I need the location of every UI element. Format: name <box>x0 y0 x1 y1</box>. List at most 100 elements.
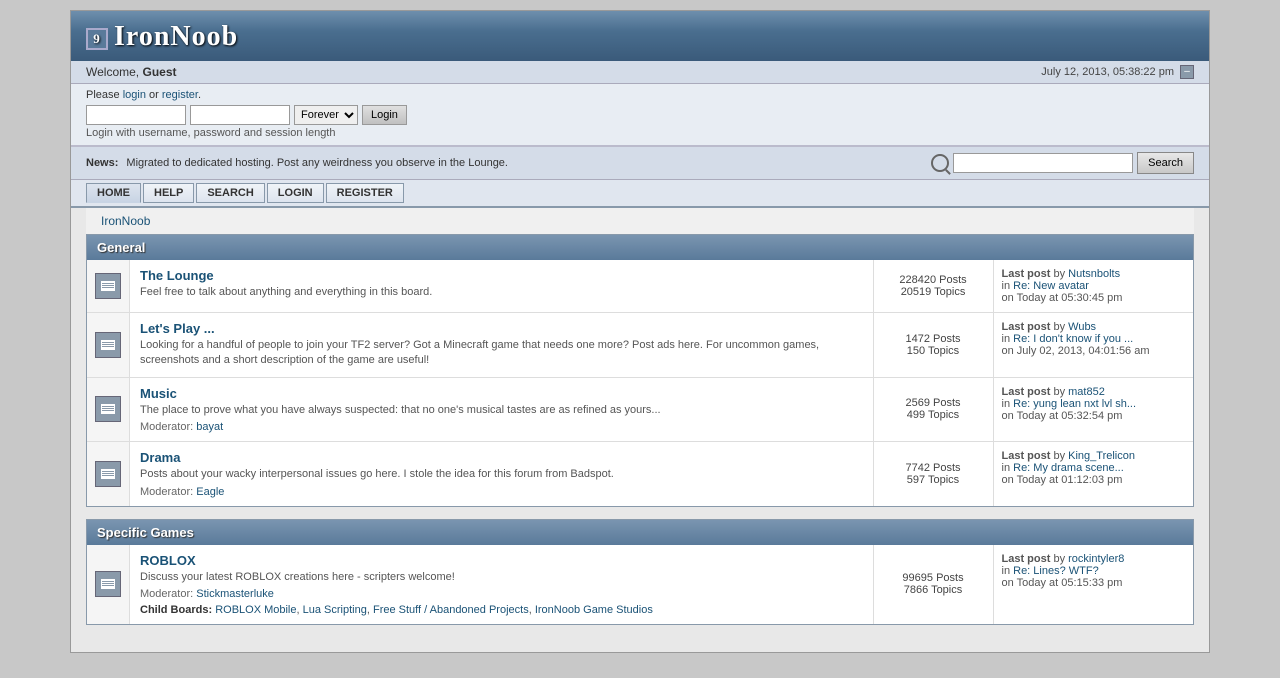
logo-icon: 9 <box>86 28 108 50</box>
site-header: 9IronNoob <box>71 11 1209 61</box>
lastpost-author-drama[interactable]: King_Trelicon <box>1068 450 1135 462</box>
forum-name-roblox[interactable]: ROBLOX <box>140 553 196 568</box>
lastpost-lounge: Last post by Nutsnbolts in Re: New avata… <box>993 260 1193 313</box>
forum-desc-roblox: Discuss your latest ROBLOX creations her… <box>140 570 863 585</box>
moderator-link-roblox[interactable]: Stickmasterluke <box>196 588 274 600</box>
search-input[interactable] <box>953 153 1133 173</box>
minimize-button[interactable]: – <box>1180 65 1194 79</box>
lastpost-roblox: Last post by rockintyler8 in Re: Lines? … <box>993 545 1193 624</box>
child-board-roblox-mobile[interactable]: ROBLOX Mobile <box>215 604 296 616</box>
table-row: Let's Play ... Looking for a handful of … <box>87 313 1193 378</box>
nav-search[interactable]: SEARCH <box>196 183 264 203</box>
forum-icon-inner <box>101 404 115 414</box>
forum-icon-inner <box>101 579 115 589</box>
login-button[interactable]: Login <box>362 105 407 125</box>
child-board-ironnoob-studios[interactable]: IronNoob Game Studios <box>535 604 653 616</box>
table-row: ROBLOX Discuss your latest ROBLOX creati… <box>87 545 1193 624</box>
forum-icon-inner <box>101 340 115 350</box>
search-area: Search <box>931 152 1194 174</box>
login-prompt: Please login or register. <box>86 89 1194 101</box>
forum-stats-roblox: 99695 Posts 7866 Topics <box>873 545 993 624</box>
breadcrumb: IronNoob <box>86 208 1194 234</box>
site-logo: 9IronNoob <box>86 21 238 53</box>
table-row: The Lounge Feel free to talk about anyth… <box>87 260 1193 313</box>
lastpost-link-lounge[interactable]: Re: New avatar <box>1013 280 1089 292</box>
forum-icon-cell <box>87 313 130 378</box>
forum-desc-music: The place to prove what you have always … <box>140 403 863 418</box>
datetime-area: July 12, 2013, 05:38:22 pm – <box>1041 65 1194 79</box>
forum-name-music[interactable]: Music <box>140 386 177 401</box>
login-link[interactable]: login <box>123 89 146 101</box>
child-board-lua[interactable]: Lua Scripting <box>303 604 367 616</box>
forum-mod-drama: Moderator: Eagle <box>140 486 863 498</box>
nav-bar: HOME HELP SEARCH LOGIN REGISTER <box>71 180 1209 208</box>
welcome-bar: Welcome, Guest July 12, 2013, 05:38:22 p… <box>71 61 1209 84</box>
forum-info-lounge: The Lounge Feel free to talk about anyth… <box>130 260 874 313</box>
category-header-general: General <box>87 235 1193 260</box>
news-bar: News: Migrated to dedicated hosting. Pos… <box>71 146 1209 180</box>
nav-home[interactable]: HOME <box>86 183 141 203</box>
table-row: Drama Posts about your wacky interperson… <box>87 442 1193 506</box>
register-link[interactable]: register <box>162 89 198 101</box>
duration-select[interactable]: Forever <box>294 105 358 125</box>
welcome-message: Welcome, Guest <box>86 65 177 79</box>
child-board-freestuff[interactable]: Free Stuff / Abandoned Projects <box>373 604 529 616</box>
forum-stats-lounge: 228420 Posts 20519 Topics <box>873 260 993 313</box>
forum-name-letsplay[interactable]: Let's Play ... <box>140 321 215 336</box>
forum-icon-inner <box>101 469 115 479</box>
forum-icon-cell <box>87 545 130 624</box>
lastpost-letsplay: Last post by Wubs in Re: I don't know if… <box>993 313 1193 378</box>
forum-info-music: Music The place to prove what you have a… <box>130 377 874 441</box>
welcome-prefix: Welcome, <box>86 65 139 79</box>
forum-table-general: The Lounge Feel free to talk about anyth… <box>87 260 1193 506</box>
forum-icon <box>95 571 121 597</box>
news-label: News: <box>86 157 118 169</box>
forum-info-letsplay: Let's Play ... Looking for a handful of … <box>130 313 874 378</box>
forum-info-roblox: ROBLOX Discuss your latest ROBLOX creati… <box>130 545 874 624</box>
forum-icon <box>95 332 121 358</box>
lastpost-link-letsplay[interactable]: Re: I don't know if you ... <box>1013 333 1133 345</box>
forum-stats-letsplay: 1472 Posts 150 Topics <box>873 313 993 378</box>
forum-icon <box>95 396 121 422</box>
lastpost-author-letsplay[interactable]: Wubs <box>1068 321 1096 333</box>
table-row: Music The place to prove what you have a… <box>87 377 1193 441</box>
forum-icon <box>95 273 121 299</box>
child-boards-roblox: Child Boards: ROBLOX Mobile, Lua Scripti… <box>140 604 863 616</box>
lastpost-link-music[interactable]: Re: yung lean nxt lvl sh... <box>1013 398 1136 410</box>
search-button[interactable]: Search <box>1137 152 1194 174</box>
login-area: Please login or register. Forever Login … <box>71 84 1209 146</box>
forum-stats-music: 2569 Posts 499 Topics <box>873 377 993 441</box>
forum-name-lounge[interactable]: The Lounge <box>140 268 214 283</box>
lastpost-link-roblox[interactable]: Re: Lines? WTF? <box>1013 565 1099 577</box>
lastpost-link-drama[interactable]: Re: My drama scene... <box>1013 462 1124 474</box>
forum-mod-music: Moderator: bayat <box>140 421 863 433</box>
category-general: General The Lounge Feel free to talk abo… <box>86 234 1194 507</box>
lastpost-author-lounge[interactable]: Nutsnbolts <box>1068 268 1120 280</box>
lastpost-author-roblox[interactable]: rockintyler8 <box>1068 553 1124 565</box>
lastpost-music: Last post by mat852 in Re: yung lean nxt… <box>993 377 1193 441</box>
password-input[interactable] <box>190 105 290 125</box>
forum-name-drama[interactable]: Drama <box>140 450 180 465</box>
username-display: Guest <box>142 65 176 79</box>
search-icon <box>931 154 949 172</box>
lastpost-author-music[interactable]: mat852 <box>1068 386 1105 398</box>
nav-login[interactable]: LOGIN <box>267 183 324 203</box>
datetime-text: July 12, 2013, 05:38:22 pm <box>1041 66 1174 78</box>
login-form: Forever Login <box>86 105 1194 125</box>
forum-desc-drama: Posts about your wacky interpersonal iss… <box>140 467 863 482</box>
lastpost-drama: Last post by King_Trelicon in Re: My dra… <box>993 442 1193 506</box>
forum-icon <box>95 461 121 487</box>
nav-register[interactable]: REGISTER <box>326 183 404 203</box>
login-hint: Login with username, password and sessio… <box>86 127 1194 139</box>
moderator-link-music[interactable]: bayat <box>196 421 223 433</box>
moderator-link-drama[interactable]: Eagle <box>196 486 224 498</box>
nav-help[interactable]: HELP <box>143 183 194 203</box>
category-header-specific: Specific Games <box>87 520 1193 545</box>
forum-table-specific: ROBLOX Discuss your latest ROBLOX creati… <box>87 545 1193 624</box>
forum-stats-drama: 7742 Posts 597 Topics <box>873 442 993 506</box>
breadcrumb-link[interactable]: IronNoob <box>101 214 150 228</box>
forum-mod-roblox: Moderator: Stickmasterluke <box>140 588 863 600</box>
forum-desc-lounge: Feel free to talk about anything and eve… <box>140 285 863 300</box>
main-content: IronNoob General The Lounge Feel free t <box>71 208 1209 652</box>
username-input[interactable] <box>86 105 186 125</box>
